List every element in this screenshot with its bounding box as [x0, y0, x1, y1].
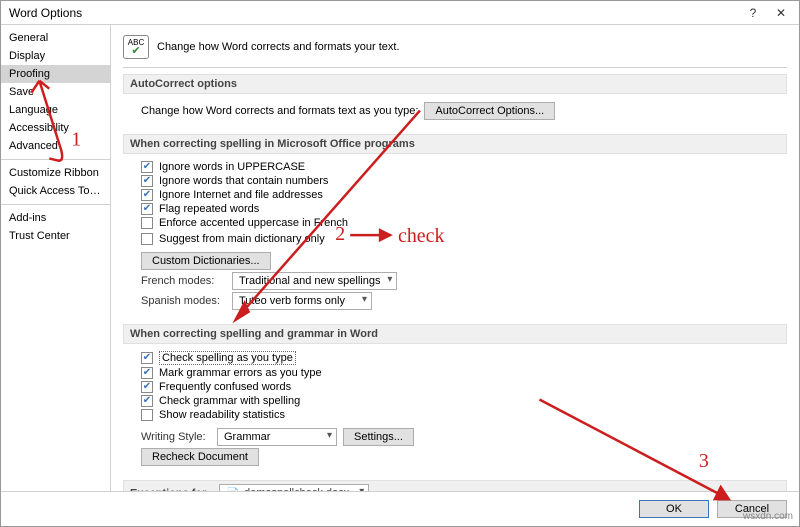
settings-button[interactable]: Settings...: [343, 428, 414, 446]
check-label: Ignore words that contain numbers: [159, 175, 328, 187]
writing-style-label: Writing Style:: [141, 431, 211, 443]
nav-item-save[interactable]: Save: [1, 83, 110, 101]
check-label: Frequently confused words: [159, 381, 291, 393]
help-button[interactable]: ?: [739, 3, 767, 23]
header-text: Change how Word corrects and formats you…: [157, 41, 400, 53]
spanish-modes-combo[interactable]: Tuteo verb forms only: [232, 292, 372, 310]
french-modes-label: French modes:: [141, 275, 226, 287]
nav-item-quick-access-toolbar[interactable]: Quick Access Toolbar: [1, 182, 110, 200]
check-label: Check spelling as you type: [159, 351, 296, 365]
combo-value: Tuteo verb forms only: [239, 295, 345, 307]
check-grammar-with-spelling[interactable]: ✔Check grammar with spelling: [141, 395, 300, 407]
nav-item-customize-ribbon[interactable]: Customize Ribbon: [1, 164, 110, 182]
check-grammar-as-you-type[interactable]: ✔Mark grammar errors as you type: [141, 367, 322, 379]
ok-button[interactable]: OK: [639, 500, 709, 518]
checkmark-icon: ✔: [131, 46, 140, 57]
nav-separator: [1, 204, 110, 205]
combo-value: Traditional and new spellings: [239, 275, 380, 287]
check-readability-stats[interactable]: Show readability statistics: [141, 409, 285, 421]
check-flag-repeated[interactable]: ✔Flag repeated words: [141, 203, 259, 215]
check-ignore-uppercase[interactable]: ✔Ignore words in UPPERCASE: [141, 161, 305, 173]
watermark: wsxdn.com: [743, 511, 793, 522]
dialog-footer: OK Cancel: [1, 492, 799, 526]
nav-sidebar: General Display Proofing Save Language A…: [1, 25, 111, 491]
close-button[interactable]: ✕: [767, 3, 795, 23]
french-modes-combo[interactable]: Traditional and new spellings: [232, 272, 397, 290]
check-label: Ignore words in UPPERCASE: [159, 161, 305, 173]
window-title: Word Options: [9, 6, 739, 20]
custom-dictionaries-button[interactable]: Custom Dictionaries...: [141, 252, 271, 270]
nav-item-accessibility[interactable]: Accessibility: [1, 119, 110, 137]
check-accented-french[interactable]: Enforce accented uppercase in French: [141, 217, 348, 229]
nav-item-add-ins[interactable]: Add-ins: [1, 209, 110, 227]
nav-item-advanced[interactable]: Advanced: [1, 137, 110, 155]
nav-item-proofing[interactable]: Proofing: [1, 65, 110, 83]
autocorrect-options-button[interactable]: AutoCorrect Options...: [424, 102, 555, 120]
check-main-dictionary[interactable]: Suggest from main dictionary only: [141, 233, 325, 245]
header: ABC ✔ Change how Word corrects and forma…: [123, 31, 787, 68]
group-title-word-spelling: When correcting spelling and grammar in …: [123, 324, 787, 344]
nav-separator: [1, 159, 110, 160]
recheck-document-button[interactable]: Recheck Document: [141, 448, 259, 466]
nav-item-general[interactable]: General: [1, 29, 110, 47]
check-spelling-as-you-type[interactable]: ✔Check spelling as you type: [141, 351, 296, 365]
exceptions-doc-combo[interactable]: 📄 demospellcheck.docx: [219, 484, 369, 491]
group-title-exceptions: Exceptions for: 📄 demospellcheck.docx: [123, 480, 787, 491]
combo-value: Grammar: [224, 431, 270, 443]
check-label: Flag repeated words: [159, 203, 259, 215]
writing-style-combo[interactable]: Grammar: [217, 428, 337, 446]
check-ignore-internet[interactable]: ✔Ignore Internet and file addresses: [141, 189, 323, 201]
group-title-autocorrect: AutoCorrect options: [123, 74, 787, 94]
check-label: Ignore Internet and file addresses: [159, 189, 323, 201]
check-label: Show readability statistics: [159, 409, 285, 421]
nav-item-display[interactable]: Display: [1, 47, 110, 65]
nav-item-trust-center[interactable]: Trust Center: [1, 227, 110, 245]
check-ignore-numbers[interactable]: ✔Ignore words that contain numbers: [141, 175, 328, 187]
word-options-dialog: Word Options ? ✕ General Display Proofin…: [0, 0, 800, 527]
titlebar: Word Options ? ✕: [1, 1, 799, 25]
group-title-office-spelling: When correcting spelling in Microsoft Of…: [123, 134, 787, 154]
document-icon: 📄: [226, 487, 240, 492]
combo-value: demospellcheck.docx: [244, 487, 349, 491]
proofing-icon: ABC ✔: [123, 35, 149, 59]
check-label: Mark grammar errors as you type: [159, 367, 322, 379]
spanish-modes-label: Spanish modes:: [141, 295, 226, 307]
check-label: Suggest from main dictionary only: [159, 233, 325, 245]
exceptions-title-text: Exceptions for:: [130, 488, 210, 492]
autocorrect-text: Change how Word corrects and formats tex…: [141, 105, 418, 117]
check-label: Check grammar with spelling: [159, 395, 300, 407]
check-frequently-confused[interactable]: ✔Frequently confused words: [141, 381, 291, 393]
main-panel: ABC ✔ Change how Word corrects and forma…: [111, 25, 799, 491]
nav-item-language[interactable]: Language: [1, 101, 110, 119]
check-label: Enforce accented uppercase in French: [159, 217, 348, 229]
